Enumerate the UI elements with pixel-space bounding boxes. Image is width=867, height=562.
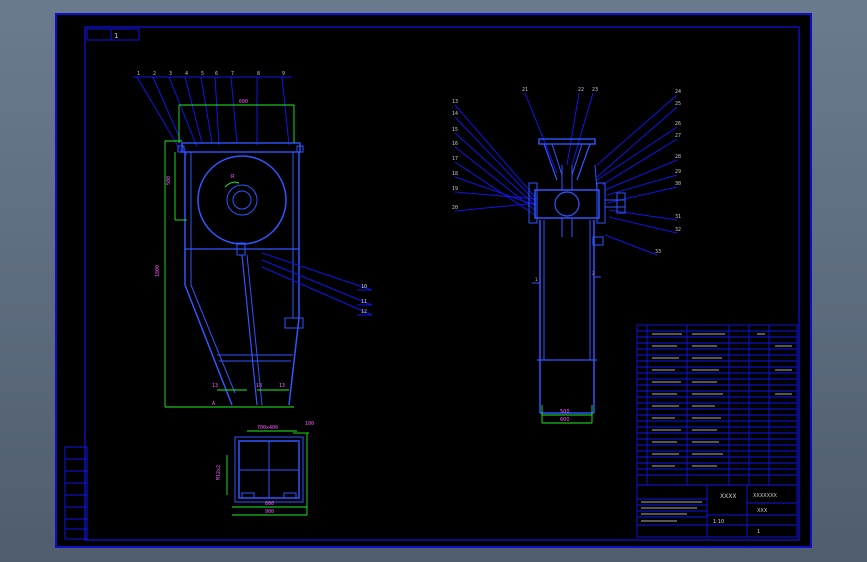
svg-text:31: 31	[675, 214, 681, 220]
svg-text:15: 15	[452, 127, 458, 133]
svg-text:18: 18	[452, 171, 458, 177]
svg-text:2: 2	[153, 71, 156, 77]
svg-text:13: 13	[279, 383, 285, 389]
title-scale: 1:10	[713, 519, 724, 525]
svg-text:17: 17	[452, 156, 458, 162]
svg-text:600: 600	[239, 99, 248, 105]
svg-text:13: 13	[452, 99, 458, 105]
svg-text:33: 33	[655, 249, 661, 255]
svg-text:13: 13	[256, 383, 262, 389]
svg-text:500: 500	[166, 176, 172, 185]
svg-text:1: 1	[137, 71, 140, 77]
svg-text:4: 4	[185, 71, 188, 77]
title-company: XXXX	[720, 493, 736, 500]
svg-text:21: 21	[522, 87, 528, 93]
svg-text:8: 8	[257, 71, 260, 77]
parts-list	[636, 324, 798, 486]
svg-text:700x400: 700x400	[257, 425, 278, 431]
svg-text:16: 16	[452, 141, 458, 147]
svg-text:32: 32	[675, 227, 681, 233]
svg-text:1800: 1800	[155, 265, 161, 277]
svg-text:25: 25	[675, 101, 681, 107]
svg-text:9: 9	[282, 71, 285, 77]
svg-text:24: 24	[675, 89, 681, 95]
svg-text:28: 28	[675, 154, 681, 160]
title-name: XXXXXXX	[753, 493, 778, 499]
svg-text:R: R	[231, 174, 235, 180]
svg-text:23: 23	[592, 87, 598, 93]
svg-text:29: 29	[675, 169, 681, 175]
parts-list-text	[652, 333, 792, 467]
svg-text:14: 14	[452, 111, 458, 117]
svg-text:13: 13	[212, 383, 218, 389]
cad-drawing: 1 123 456 789 R 600 1800 500 13 13 13A 1…	[64, 26, 800, 541]
svg-text:800: 800	[265, 501, 274, 507]
svg-text:900: 900	[265, 509, 274, 515]
section-view: 700x400 M12x2 800 900 100	[216, 421, 314, 516]
left-revision-table	[64, 446, 88, 540]
title-sheet: 1	[757, 529, 760, 535]
svg-text:1: 1	[535, 277, 538, 282]
svg-text:100: 100	[305, 421, 314, 427]
svg-text:11: 11	[361, 299, 367, 305]
svg-text:600: 600	[560, 417, 570, 423]
front-view: 123 456 789 R 600 1800 500 13 13 13A 101…	[133, 71, 373, 408]
svg-text:A: A	[212, 401, 215, 407]
svg-text:26: 26	[675, 121, 681, 127]
svg-text:500: 500	[560, 409, 570, 415]
svg-text:10: 10	[361, 284, 367, 290]
svg-text:22: 22	[578, 87, 584, 93]
svg-text:12: 12	[361, 309, 367, 315]
top-tag-text: 1	[114, 32, 118, 40]
svg-text:5: 5	[201, 71, 204, 77]
svg-text:30: 30	[675, 181, 681, 187]
svg-text:19: 19	[452, 186, 458, 192]
svg-text:20: 20	[452, 205, 458, 211]
svg-text:27: 27	[675, 133, 681, 139]
svg-text:3: 3	[169, 71, 172, 77]
drawing-sheet: 1 123 456 789 R 600 1800 500 13 13 13 A …	[55, 13, 812, 548]
svg-text:6: 6	[215, 71, 218, 77]
svg-text:7: 7	[231, 71, 234, 77]
title-drawing-no: XXX	[757, 508, 768, 514]
svg-text:M12x2: M12x2	[216, 465, 222, 480]
top-tag-box	[86, 28, 140, 41]
